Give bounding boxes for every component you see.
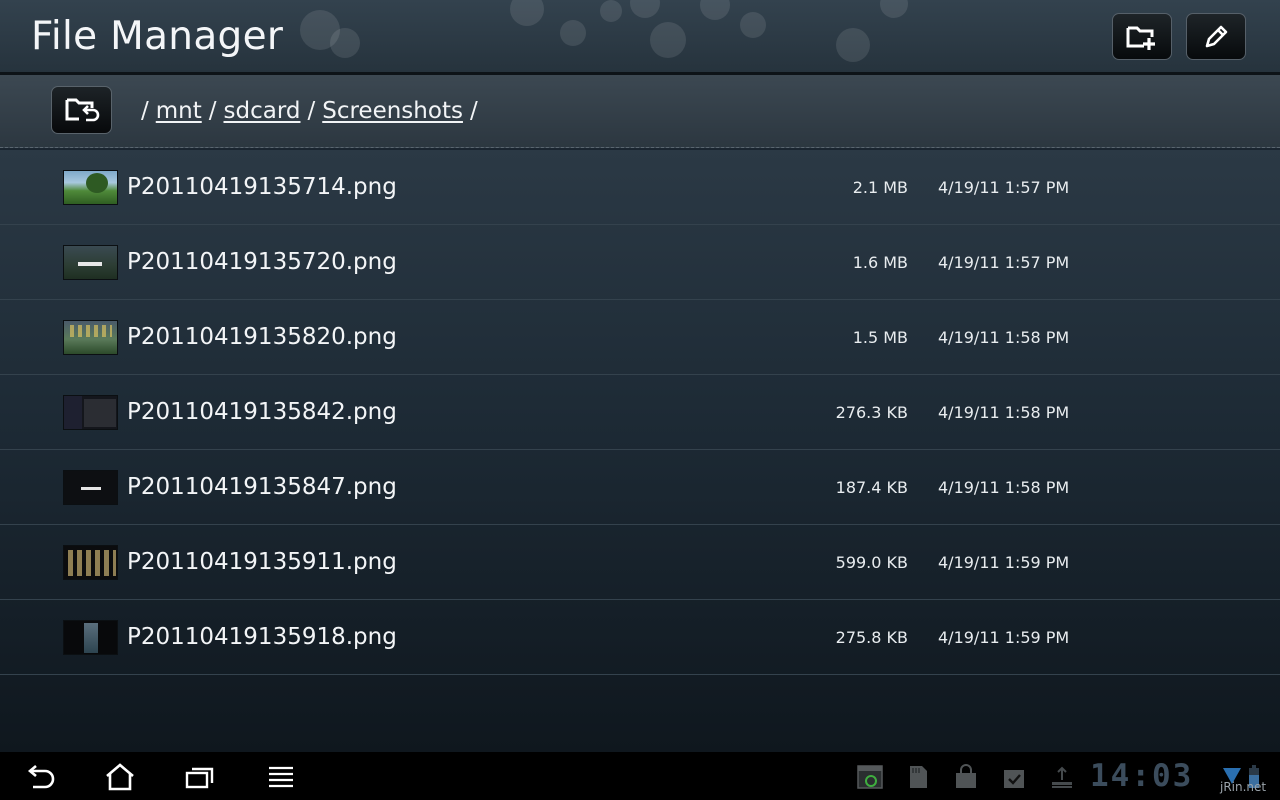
file-size: 276.3 KB [835, 403, 908, 422]
file-date: 4/19/11 1:57 PM [938, 178, 1070, 197]
breadcrumb-separator: / [141, 98, 149, 124]
usb-icon[interactable] [1049, 764, 1075, 790]
file-date: 4/19/11 1:59 PM [938, 553, 1070, 572]
file-row[interactable]: P20110419135820.png 1.5 MB 4/19/11 1:58 … [0, 300, 1280, 375]
file-size: 1.5 MB [852, 328, 908, 347]
action-bar: File Manager [0, 0, 1280, 75]
recent-apps-icon [185, 767, 214, 789]
file-name: P20110419135918.png [127, 624, 397, 650]
file-thumbnail [63, 395, 118, 430]
breadcrumb-separator: / [307, 98, 316, 124]
breadcrumb-screenshots[interactable]: Screenshots [322, 98, 463, 124]
screenshot-icon[interactable] [857, 764, 883, 790]
file-thumbnail [63, 245, 118, 280]
file-name: P20110419135720.png [127, 249, 397, 275]
folder-plus-icon [1126, 26, 1155, 50]
file-size: 275.8 KB [835, 628, 908, 647]
recent-apps-button[interactable] [180, 761, 220, 793]
task-check-icon[interactable] [1001, 764, 1027, 790]
file-row[interactable]: P20110419135847.png 187.4 KB 4/19/11 1:5… [0, 450, 1280, 525]
file-size: 599.0 KB [835, 553, 908, 572]
new-folder-button[interactable] [1112, 13, 1172, 60]
system-bar: 14:03 jRin.net [0, 752, 1280, 800]
back-button[interactable] [20, 761, 60, 793]
file-row[interactable]: P20110419135918.png 275.8 KB 4/19/11 1:5… [0, 600, 1280, 675]
file-date: 4/19/11 1:58 PM [938, 328, 1070, 347]
pencil-icon [1205, 25, 1228, 47]
file-thumbnail [63, 545, 118, 580]
file-row[interactable]: P20110419135842.png 276.3 KB 4/19/11 1:5… [0, 375, 1280, 450]
path-bar: / mnt / sdcard / Screenshots / [0, 75, 1280, 148]
file-name: P20110419135842.png [127, 399, 397, 425]
app-title: File Manager [31, 14, 284, 59]
file-name: P20110419135820.png [127, 324, 397, 350]
file-date: 4/19/11 1:57 PM [938, 253, 1070, 272]
file-list: P20110419135714.png 2.1 MB 4/19/11 1:57 … [0, 150, 1280, 752]
store-bag-icon[interactable] [953, 764, 979, 790]
breadcrumb-separator: / [469, 98, 478, 124]
file-thumbnail [63, 320, 118, 355]
file-date: 4/19/11 1:59 PM [938, 628, 1070, 647]
file-size: 1.6 MB [852, 253, 908, 272]
file-thumbnail [63, 620, 118, 655]
folder-up-icon [65, 98, 99, 122]
file-row[interactable]: P20110419135720.png 1.6 MB 4/19/11 1:57 … [0, 225, 1280, 300]
breadcrumb: / mnt / sdcard / Screenshots / [141, 96, 485, 126]
menu-icon [269, 766, 293, 788]
file-date: 4/19/11 1:58 PM [938, 478, 1070, 497]
status-clock: 14:03 [1090, 758, 1194, 794]
back-icon [27, 765, 55, 789]
file-thumbnail [63, 170, 118, 205]
file-size: 187.4 KB [835, 478, 908, 497]
breadcrumb-sdcard[interactable]: sdcard [224, 98, 301, 124]
file-row[interactable]: P20110419135714.png 2.1 MB 4/19/11 1:57 … [0, 150, 1280, 225]
file-row[interactable]: P20110419135911.png 599.0 KB 4/19/11 1:5… [0, 525, 1280, 600]
file-thumbnail [63, 470, 118, 505]
file-name: P20110419135847.png [127, 474, 397, 500]
file-size: 2.1 MB [852, 178, 908, 197]
watermark: jRin.net [1220, 780, 1267, 794]
edit-button[interactable] [1186, 13, 1246, 60]
file-name: P20110419135911.png [127, 549, 397, 575]
file-name: P20110419135714.png [127, 174, 397, 200]
menu-button[interactable] [261, 761, 301, 793]
breadcrumb-mnt[interactable]: mnt [156, 98, 202, 124]
sd-card-icon[interactable] [905, 764, 931, 790]
breadcrumb-separator: / [208, 98, 217, 124]
parent-folder-button[interactable] [51, 86, 112, 134]
home-button[interactable] [100, 761, 140, 793]
home-icon [106, 763, 134, 791]
file-date: 4/19/11 1:58 PM [938, 403, 1070, 422]
